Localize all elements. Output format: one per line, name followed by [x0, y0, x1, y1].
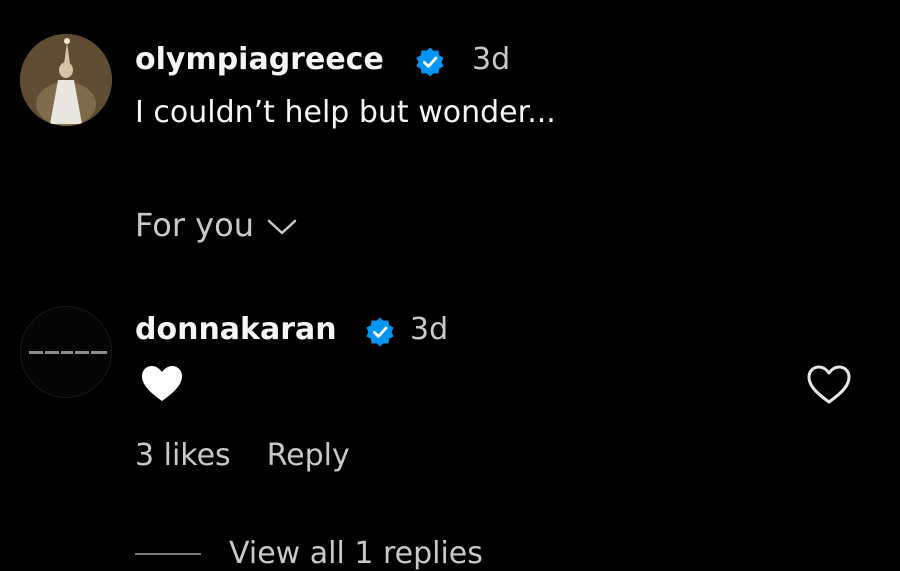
heart-outline-icon[interactable]	[806, 364, 852, 406]
avatar-photo	[20, 34, 112, 126]
comment-author-username[interactable]: donnakaran	[135, 312, 337, 347]
comment-timestamp[interactable]: 3d	[410, 312, 448, 347]
olympiagreece-avatar[interactable]	[20, 34, 112, 126]
view-replies-button[interactable]: View all 1 replies	[135, 536, 483, 571]
post-author-username[interactable]: olympiagreece	[135, 42, 384, 77]
comment-meta-row: 3 likes Reply	[135, 438, 350, 473]
donnakaran-logo	[27, 351, 107, 354]
sort-label: For you	[135, 206, 254, 244]
white-heart-emoji	[142, 366, 182, 401]
post-caption: I couldn’t help but wonder...	[135, 95, 556, 130]
comment-sort-selector[interactable]: For you	[135, 206, 298, 244]
reply-button[interactable]: Reply	[267, 438, 350, 473]
likes-count[interactable]: 3 likes	[135, 438, 231, 473]
replies-divider-line	[135, 552, 201, 555]
chevron-down-icon	[267, 219, 297, 235]
donnakaran-avatar[interactable]	[20, 306, 112, 398]
verified-badge-icon	[416, 47, 444, 77]
verified-badge-icon	[366, 317, 394, 347]
view-replies-label: View all 1 replies	[229, 536, 483, 571]
post-timestamp[interactable]: 3d	[472, 42, 510, 77]
